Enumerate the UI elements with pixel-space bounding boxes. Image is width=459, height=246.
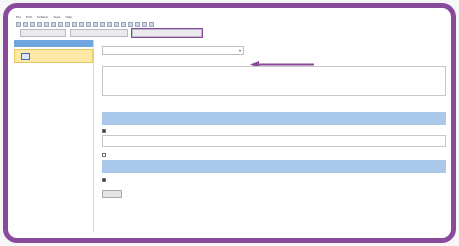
sidebar-item[interactable] bbox=[14, 65, 93, 73]
toolbar-button[interactable] bbox=[44, 22, 49, 27]
screenshot-frame: File Edit Sidebar View Help bbox=[3, 3, 456, 243]
toolbar-button[interactable] bbox=[142, 22, 147, 27]
checkbox-row-1[interactable] bbox=[102, 129, 108, 133]
toolbar-button[interactable] bbox=[107, 22, 112, 27]
toolbar bbox=[14, 21, 445, 28]
toolbar-button[interactable] bbox=[121, 22, 126, 27]
highlight-bar-1 bbox=[102, 112, 446, 125]
menu-bar: File Edit Sidebar View Help bbox=[14, 14, 445, 21]
toolbar-button[interactable] bbox=[128, 22, 133, 27]
toolbar-button[interactable] bbox=[149, 22, 154, 27]
toolbar-button[interactable] bbox=[79, 22, 84, 27]
toolbar-button[interactable] bbox=[58, 22, 63, 27]
menu-file[interactable]: File bbox=[16, 14, 21, 21]
checkbox-3[interactable] bbox=[102, 178, 106, 182]
toolbar-button[interactable] bbox=[135, 22, 140, 27]
toolbar-button[interactable] bbox=[100, 22, 105, 27]
menu-edit[interactable]: Edit bbox=[26, 14, 32, 21]
description-textarea[interactable] bbox=[102, 66, 446, 96]
checkbox-1[interactable] bbox=[102, 129, 106, 133]
menu-sidebar[interactable]: Sidebar bbox=[37, 14, 48, 21]
tab-second[interactable] bbox=[70, 29, 128, 37]
answer-input[interactable] bbox=[102, 135, 446, 147]
toolbar-button[interactable] bbox=[93, 22, 98, 27]
action-button[interactable] bbox=[102, 190, 122, 198]
menu-view[interactable]: View bbox=[53, 14, 60, 21]
app-window: File Edit Sidebar View Help bbox=[14, 14, 446, 232]
toolbar-button[interactable] bbox=[37, 22, 42, 27]
toolbar-button[interactable] bbox=[65, 22, 70, 27]
sidebar-item-selected[interactable] bbox=[14, 49, 93, 63]
sidebar-header bbox=[14, 40, 93, 47]
checkbox-row-3[interactable] bbox=[102, 178, 108, 182]
checkbox-row-2[interactable] bbox=[102, 153, 108, 157]
toolbar-button[interactable] bbox=[51, 22, 56, 27]
checkbox-2[interactable] bbox=[102, 153, 106, 157]
sidebar bbox=[14, 40, 94, 232]
toolbar-button[interactable] bbox=[16, 22, 21, 27]
sidebar-item-icon bbox=[21, 52, 30, 60]
toolbar-button[interactable] bbox=[30, 22, 35, 27]
highlight-bar-2 bbox=[102, 160, 446, 173]
toolbar-button[interactable] bbox=[72, 22, 77, 27]
toolbar-button[interactable] bbox=[23, 22, 28, 27]
toolbar-button[interactable] bbox=[114, 22, 119, 27]
tab-strip bbox=[14, 28, 445, 38]
menu-help[interactable]: Help bbox=[65, 14, 72, 21]
tab-third[interactable] bbox=[131, 28, 203, 38]
tab-first[interactable] bbox=[20, 29, 66, 37]
toolbar-button[interactable] bbox=[86, 22, 91, 27]
main-panel bbox=[102, 40, 446, 232]
category-dropdown[interactable] bbox=[102, 46, 244, 55]
